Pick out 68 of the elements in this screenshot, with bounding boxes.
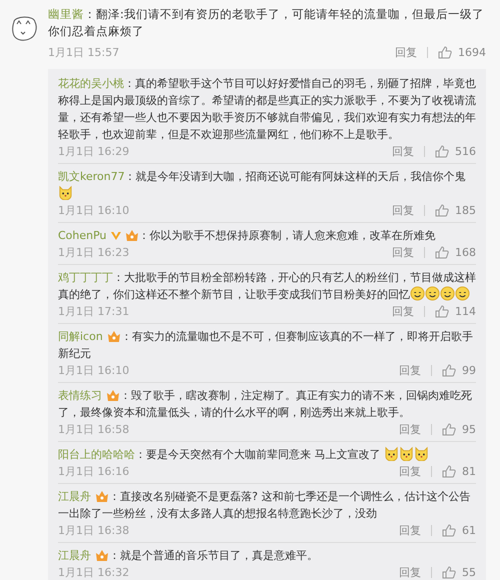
reply-link[interactable]: 回复 [399,522,421,539]
emoji-icon [384,446,399,461]
thumbs-up-icon[interactable] [435,246,449,259]
like-count: 95 [462,422,476,438]
username[interactable]: 阳台上的哈哈哈 [58,448,135,461]
comment-time: 1月1日 16:23 [58,245,130,261]
username[interactable]: 江晨舟 [58,490,91,503]
like-count: 114 [455,304,476,320]
username[interactable]: 同解icon [58,330,103,343]
emoji-icon [399,446,414,461]
username[interactable]: 凯文keron77 [58,170,125,183]
emoji-icon [440,286,455,301]
username[interactable]: 幽里酱 [48,7,84,21]
reply-text: 江晨舟 ：直接改名别碰瓷不是更磊落? 这和前七季还是一个调性么，估计这个公告一出除了一些粉丝，没有太多路人真的想报名特意跑长沙了，没劲 [58,489,472,522]
like-count: 55 [462,565,476,580]
comment-time: 1月1日 16:10 [58,203,130,219]
emoji-icon [58,185,73,200]
like-count: 61 [462,523,476,539]
emoji-icon [425,286,440,301]
username[interactable]: CohenPu [58,229,107,242]
reply-link[interactable]: 回复 [399,564,421,580]
reply-link[interactable]: 回复 [392,143,414,160]
reply-text: 鸡丁丁丁丁：大批歌手的节目粉全部粉转路，开心的只有艺人的粉丝们，节目做成这样真的绝了，你们这样还不整个新节目，让歌手变成我们节目粉美好的回忆 [58,270,476,303]
reply-text: 江晨舟 ：就是个普通的音乐节目了，真是意难平。 [58,548,319,564]
thumbs-up-icon[interactable] [442,566,456,579]
reply-text: 阳台上的哈哈哈：要是今天突然有个大咖前辈同意来 马上文宣改了 [58,446,476,463]
comment-text: 幽里酱：翻泽:我们请不到有资历的老歌手了，可能请年轻的流量咖，但最后一级了你们忍着点麻烦了 [48,6,485,40]
reply-text: 表情练习 ：毁了歌手，瞎改赛制，注定糊了。真正有实力的请不来，回锅肉难吃死了，最终像资本和流量低头，请的什么水平的啊，刚选秀出来就上歌手。 [58,388,473,421]
comment-time: 1月1日 16:29 [58,144,130,160]
reply-link[interactable]: 回复 [392,202,414,219]
username[interactable]: 江晨舟 [58,549,91,562]
reply-text: 凯文keron77：就是今年没请到大咖，招商还说可能有阿妹这样的天后，我信你个鬼 [58,168,476,202]
reply-link[interactable]: 回复 [392,244,414,261]
comment-time: 1月1日 16:32 [58,565,130,580]
comment-time: 1月1日 16:38 [58,523,130,539]
emoji-icon [410,286,425,301]
reply-link[interactable]: 回复 [399,362,421,379]
comment-time: 1月1日 17:31 [58,304,130,320]
like-count: 185 [455,203,476,219]
reply-link[interactable]: 回复 [399,463,421,480]
reply-link[interactable]: 回复 [392,303,414,320]
like-count: 81 [462,464,476,480]
reply-text: 花花的吴小桃：真的希望歌手这个节目可以好好爱惜自己的羽毛，别砸了招牌，毕竟也称得上是国内最顶级的音综了。希望请的都是些真正的实力派歌手，不要为了收视请流量，还有希望一些人也不要因为歌手资历不够就自带偏见，我们欢迎有实力有想法的年轻歌手，也欢迎前辈，但是不欢迎那些流量网红，他们称不上是歌手。 [58,76,476,143]
thumbs-up-icon[interactable] [435,145,449,158]
username[interactable]: 鸡丁丁丁丁 [58,271,113,284]
thumbs-up-icon[interactable] [442,524,456,537]
reply-link[interactable]: 回复 [399,421,421,438]
like-count: 168 [455,245,476,261]
comment-time: 1月1日 16:10 [58,363,130,379]
emoji-icon [455,286,470,301]
username[interactable]: 花花的吴小桃 [58,77,124,90]
username[interactable]: 表情练习 [58,389,102,402]
thumbs-up-icon[interactable] [442,364,456,377]
emoji-icon [414,446,429,461]
thumbs-up-icon[interactable] [438,46,452,59]
comment-time: 1月1日 16:16 [58,464,130,480]
reply-text: CohenPu ：你以为歌手不想保持原赛制，请人愈来愈难，改革在所难免 [58,228,437,244]
comment-time: 1月1日 16:58 [58,422,130,438]
comment-time: 1月1日 15:57 [48,45,120,61]
thumbs-up-icon[interactable] [435,204,449,217]
reply-link[interactable]: 回复 [395,44,417,61]
like-count: 516 [455,144,476,160]
like-count: 1694 [458,45,486,61]
thumbs-up-icon[interactable] [442,423,456,436]
thumbs-up-icon[interactable] [435,305,449,318]
reply-text: 同解icon ：有实力的流量咖也不是不可，但赛制应该真的不一样了，即将开启歌手新纪元 [58,329,474,362]
thumbs-up-icon[interactable] [442,465,456,478]
like-count: 99 [462,363,476,379]
